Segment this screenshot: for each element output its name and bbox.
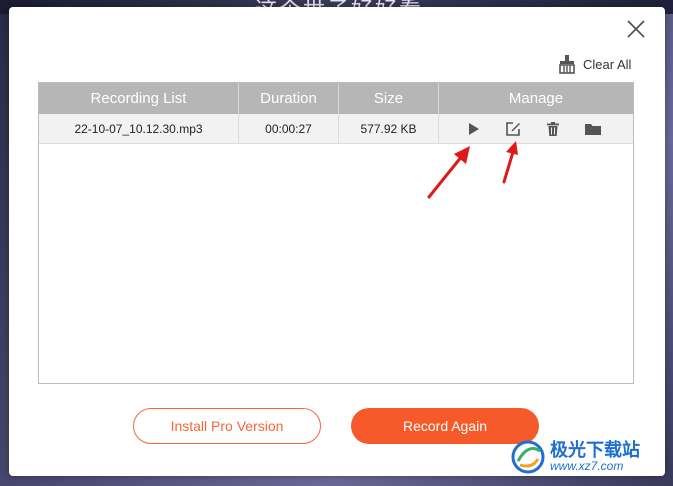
folder-icon (585, 123, 601, 135)
column-header-recording-list: Recording List (39, 83, 239, 114)
column-header-size: Size (339, 83, 439, 114)
recording-duration: 00:00:27 (239, 114, 339, 143)
recording-size: 577.92 KB (339, 114, 439, 143)
clear-all-label: Clear All (583, 56, 632, 72)
close-button[interactable] (625, 18, 647, 40)
play-button[interactable] (463, 119, 483, 139)
table-header: Recording List Duration Size Manage (39, 83, 633, 114)
watermark-brand: 极光下载站 (550, 439, 640, 461)
play-icon (469, 122, 479, 135)
column-header-manage: Manage (508, 90, 564, 107)
column-header-duration: Duration (239, 83, 339, 114)
recording-name: 22-10-07_10.12.30.mp3 (39, 114, 239, 143)
close-icon (627, 20, 645, 38)
open-folder-button[interactable] (583, 119, 603, 139)
install-pro-version-button[interactable]: Install Pro Version (133, 408, 321, 444)
table-row[interactable]: 22-10-07_10.12.30.mp3 00:00:27 577.92 KB (39, 114, 633, 144)
trash-icon (547, 121, 559, 136)
manage-actions (439, 114, 633, 143)
edit-button[interactable] (503, 119, 523, 139)
clear-all-button[interactable]: Clear All (557, 52, 631, 76)
site-watermark: 极光下载站 www.xz7.com (510, 432, 670, 482)
edit-icon (506, 121, 520, 136)
watermark-logo-icon (511, 440, 545, 474)
recording-list-dialog: Clear All Recording List Duration Size M… (9, 7, 665, 476)
watermark-url: www.xz7.com (550, 459, 624, 474)
broom-icon (559, 55, 575, 74)
delete-button[interactable] (543, 119, 563, 139)
recording-table: Recording List Duration Size Manage 22-1… (38, 82, 634, 384)
